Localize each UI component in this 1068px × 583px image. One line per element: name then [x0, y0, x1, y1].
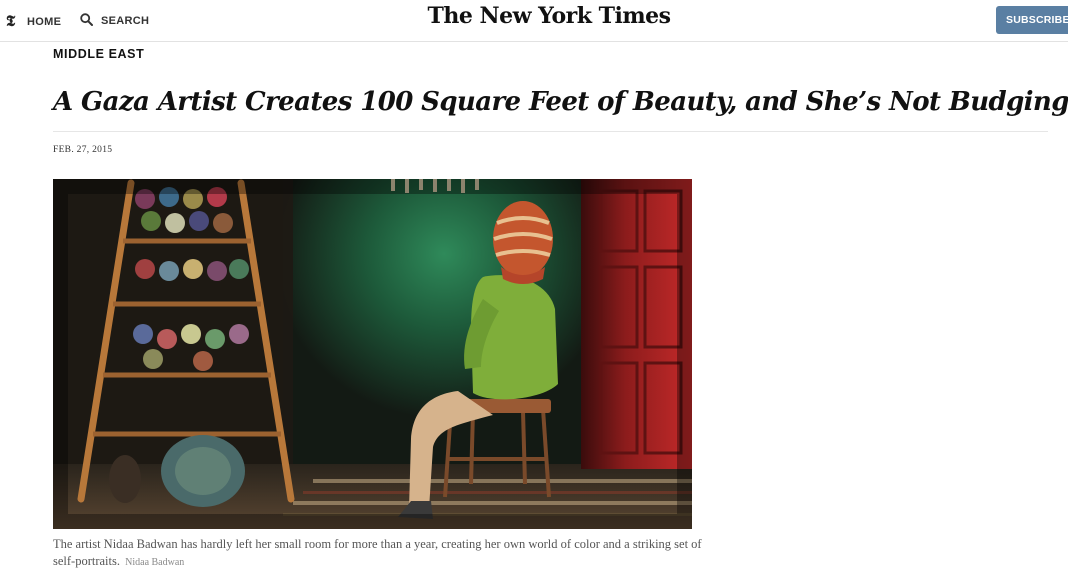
photo-caption: The artist Nidaa Badwan has hardly left …: [53, 536, 713, 571]
section-kicker[interactable]: MIDDLE EAST: [53, 47, 144, 61]
subscribe-button[interactable]: SUBSCRIBE NOW: [996, 6, 1068, 34]
article-date: FEB. 27, 2015: [53, 145, 113, 155]
header-divider: [53, 131, 1048, 132]
top-navigation-bar: 𝕿 HOME SEARCH The New York Times SUBSCRI…: [0, 0, 1068, 42]
photo-credit: Nidaa Badwan: [125, 557, 185, 568]
article-headline: A Gaza Artist Creates 100 Square Feet of…: [53, 87, 1068, 117]
nyt-logo[interactable]: The New York Times: [0, 3, 1068, 29]
lead-photo[interactable]: [53, 179, 692, 529]
